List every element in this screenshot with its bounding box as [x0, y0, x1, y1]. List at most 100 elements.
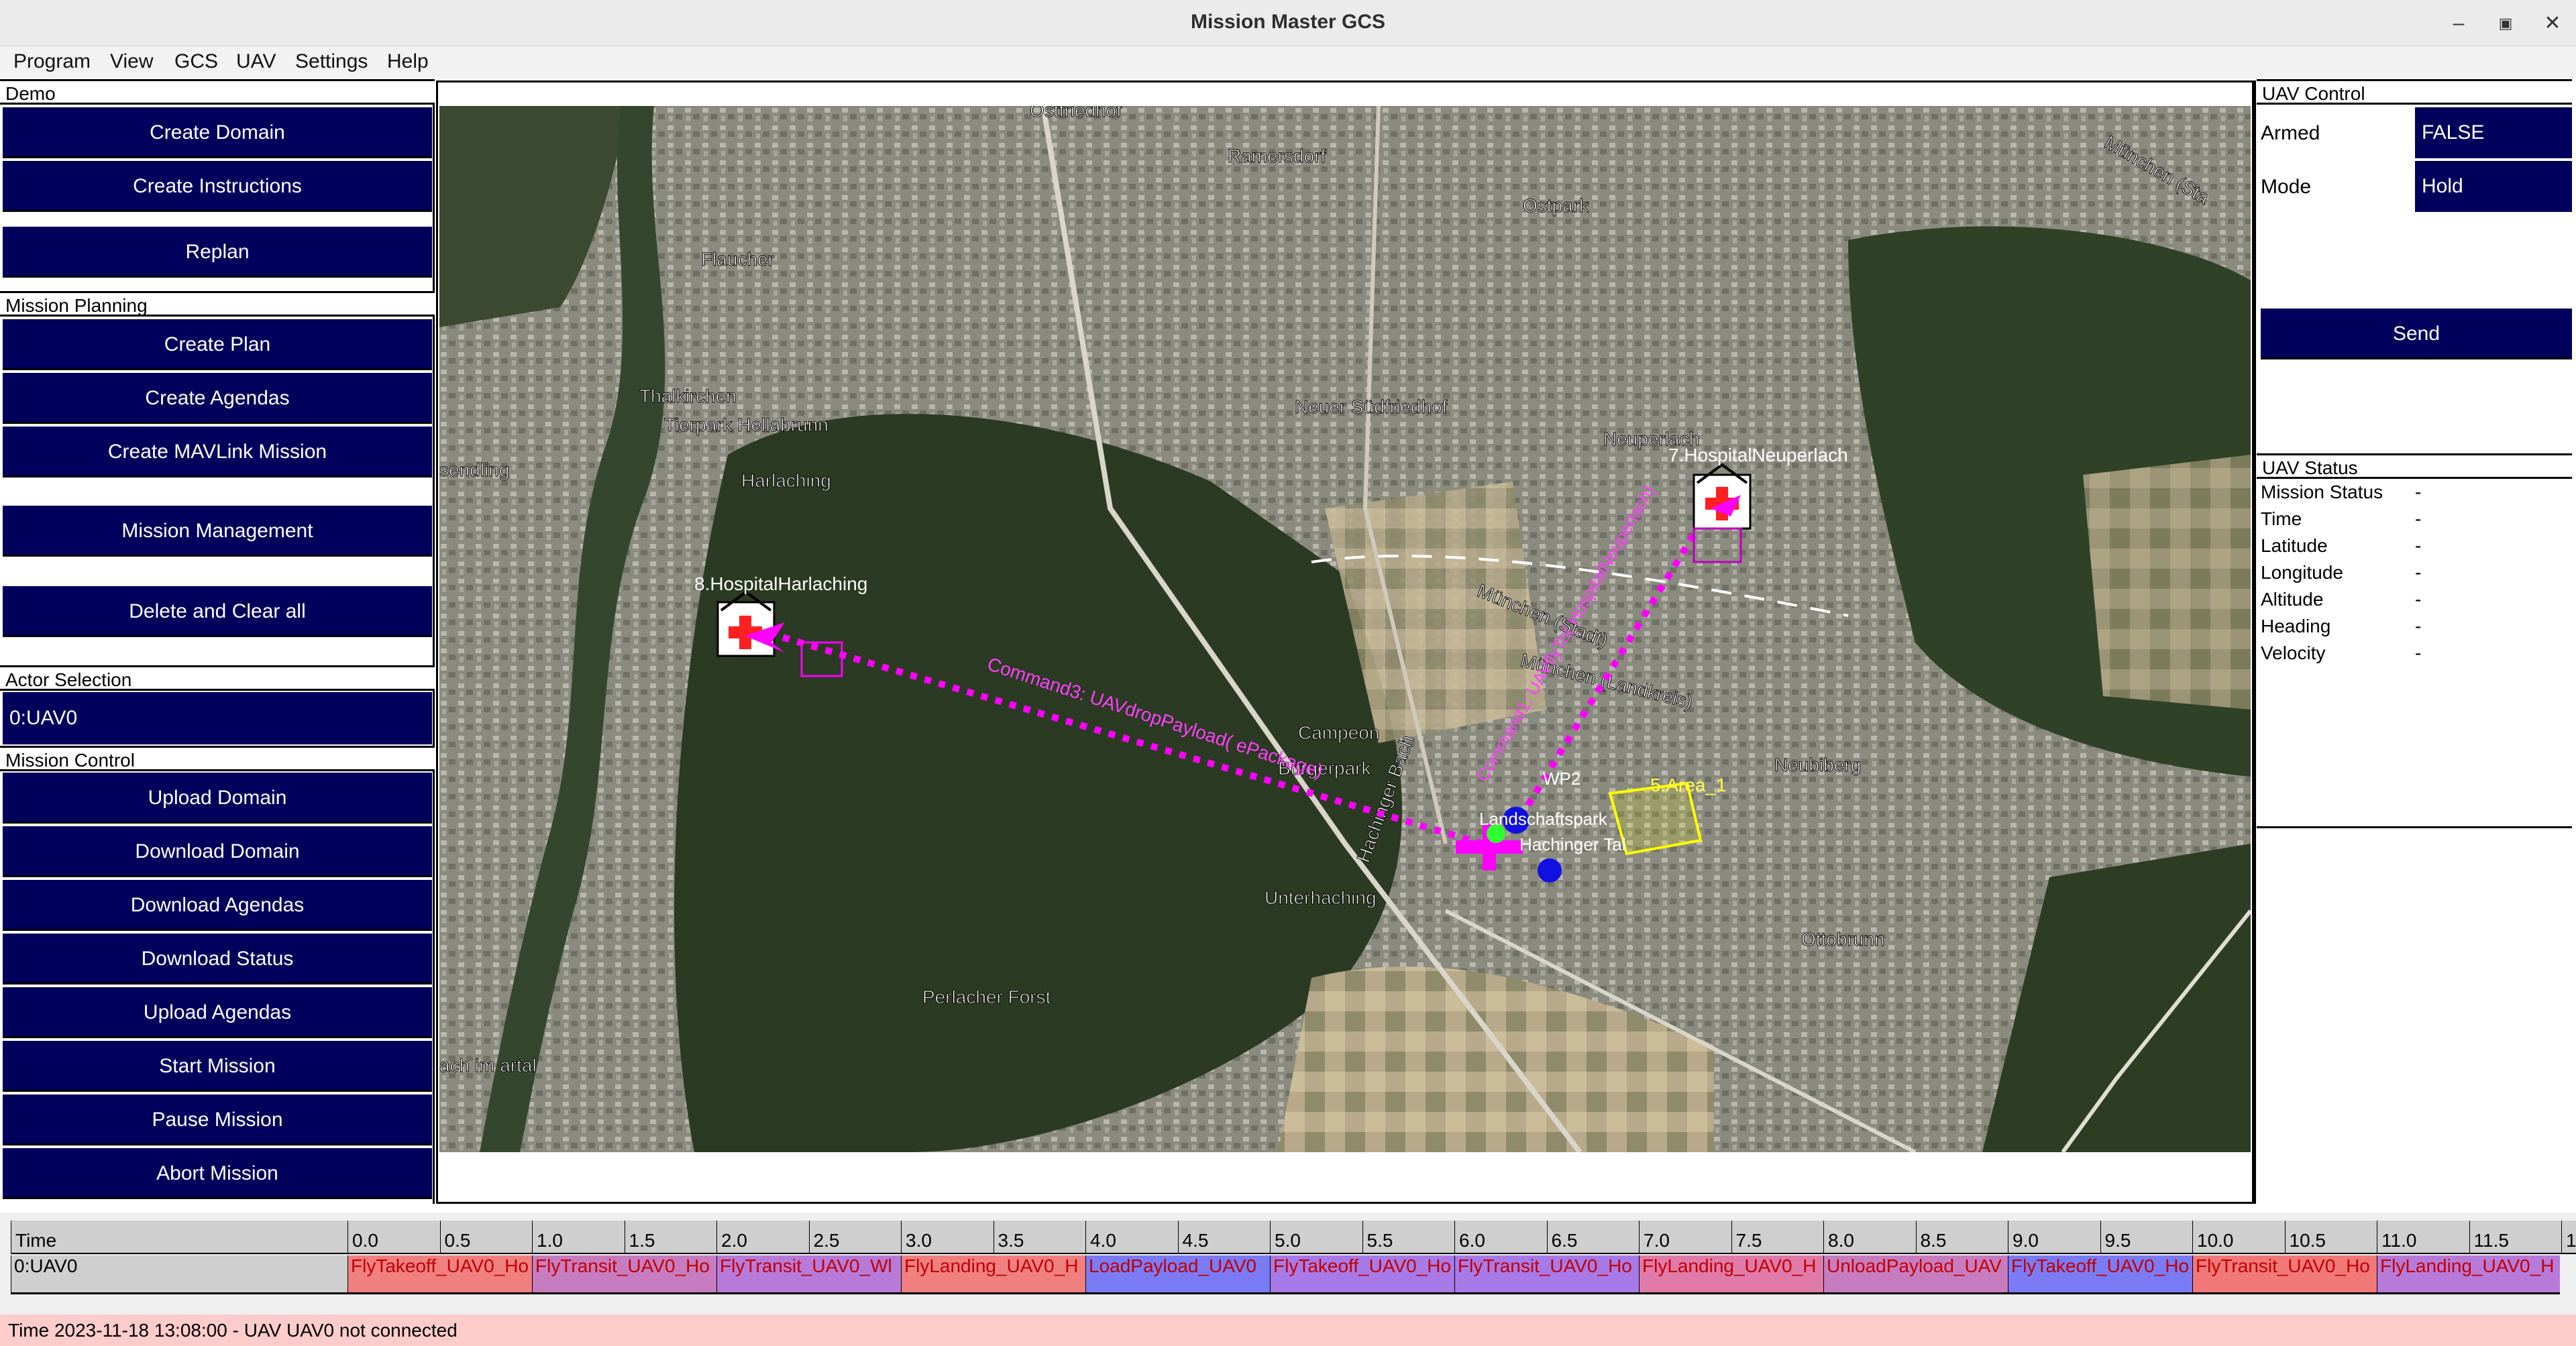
timeline-task[interactable]: FlyTransit_UAV0_Ho: [532, 1255, 716, 1294]
timeline-task[interactable]: FlyTakeoff_UAV0_Ho: [1270, 1255, 1454, 1294]
map-label-ostfriedhof: Ostfriedhof: [1030, 106, 1122, 121]
timeline-task[interactable]: FlyLanding_UAV0_H: [901, 1255, 1085, 1294]
timeline-task[interactable]: FlyTransit_UAV0_Wl: [716, 1255, 901, 1294]
upload-agendas-button[interactable]: Upload Agendas: [3, 987, 432, 1038]
upload-domain-button[interactable]: Upload Domain: [3, 773, 432, 824]
map-label-harlaching: Harlaching: [741, 470, 831, 491]
create-domain-button[interactable]: Create Domain: [3, 107, 432, 158]
title-bar: Mission Master GCS – ▣ ✕: [0, 0, 2576, 46]
send-button[interactable]: Send: [2261, 309, 2572, 359]
timeline-tick: 8.0: [1823, 1221, 1916, 1254]
armed-value[interactable]: FALSE: [2415, 107, 2572, 158]
timeline-task[interactable]: FlyTakeoff_UAV0_Ho: [347, 1255, 532, 1294]
map-label-neubiberg: Neubiberg: [1774, 754, 1861, 775]
timeline-tick: 2.0: [716, 1221, 809, 1254]
hospital-harlaching-marker[interactable]: [716, 590, 775, 657]
menu-help[interactable]: Help: [387, 50, 429, 73]
hospital-neuperlach-label: 7.HospitalNeuperlach: [1668, 445, 1848, 465]
close-icon[interactable]: ✕: [2536, 7, 2569, 40]
timeline-tick: 3.5: [993, 1221, 1085, 1254]
timeline-tick: 1.5: [624, 1221, 716, 1254]
status-heading-value: -: [2415, 616, 2422, 636]
mode-select[interactable]: Hold: [2415, 161, 2572, 212]
actor-selector[interactable]: 0:UAV0: [3, 692, 432, 744]
maximize-icon[interactable]: ▣: [2489, 7, 2522, 40]
timeline-tick: 0.0: [347, 1221, 440, 1254]
create-plan-button[interactable]: Create Plan: [3, 319, 432, 370]
status-altitude-label: Altitude: [2261, 589, 2324, 610]
replan-button[interactable]: Replan: [3, 227, 432, 278]
download-domain-button[interactable]: Download Domain: [3, 826, 432, 877]
menu-settings[interactable]: Settings: [295, 50, 368, 73]
timeline-tick: 12.0: [2561, 1221, 2576, 1254]
status-velocity-value: -: [2415, 642, 2422, 663]
timeline-task[interactable]: FlyTransit_UAV0_Ho: [2192, 1255, 2377, 1294]
map-label-tierpark: Tierpark Hellabrunn: [664, 414, 828, 435]
timeline-task[interactable]: FlyTakeoff_UAV0_Ho: [2008, 1255, 2192, 1294]
timeline-tick: 9.5: [2100, 1221, 2192, 1254]
timeline-tick: 2.5: [808, 1221, 901, 1254]
status-longitude-label: Longitude: [2261, 562, 2344, 583]
abort-mission-button[interactable]: Abort Mission: [3, 1148, 432, 1199]
map-label-ramersdorf: Ramersdorf: [1228, 146, 1326, 166]
status-bar: Time 2023-11-18 13:08:00 - UAV UAV0 not …: [0, 1314, 2576, 1346]
status-latitude-label: Latitude: [2261, 535, 2328, 556]
status-altitude-value: -: [2415, 589, 2422, 610]
status-latitude-value: -: [2415, 535, 2422, 556]
map-label-ottobrunn: Ottobrunn: [1801, 929, 1885, 950]
map-label-thalkirchen: Thalkirchen: [639, 386, 737, 406]
hospital-harlaching-label: 8.HospitalHarlaching: [694, 573, 867, 594]
mission-management-button[interactable]: Mission Management: [3, 506, 432, 557]
waypoint-2-icon[interactable]: [1538, 858, 1562, 883]
timeline-tick: 8.5: [1915, 1221, 2008, 1254]
map-label-neuer-suedfriedhof: Neuer Südfriedhof: [1295, 396, 1447, 417]
map-label-ach-im-artal: ach im artal: [439, 1055, 537, 1076]
map-label-campeon: Campeon: [1298, 722, 1379, 743]
timeline-tick: 1.0: [532, 1221, 625, 1254]
pause-mission-button[interactable]: Pause Mission: [3, 1095, 432, 1145]
status-time-label: Time: [2261, 508, 2302, 529]
timeline-row-label: 0:UAV0: [11, 1255, 347, 1294]
timeline-task[interactable]: FlyLanding_UAV0_H: [2377, 1255, 2560, 1294]
menu-gcs[interactable]: GCS: [174, 50, 218, 73]
timeline-tick: 4.0: [1085, 1221, 1178, 1254]
download-agendas-button[interactable]: Download Agendas: [3, 880, 432, 931]
status-mission-label: Mission Status: [2261, 482, 2383, 502]
timeline-tick: 4.5: [1177, 1221, 1270, 1254]
satellite-map[interactable]: Ostfriedhof Ramersdorf Flaucher Ostpark …: [439, 106, 2251, 1152]
create-agendas-button[interactable]: Create Agendas: [3, 373, 432, 424]
status-time-value: -: [2415, 508, 2422, 529]
timeline-tick: 11.0: [2377, 1221, 2469, 1254]
map-label-flaucher: Flaucher: [701, 249, 774, 270]
timeline-task[interactable]: UnloadPayload_UAV: [1823, 1255, 2008, 1294]
timeline-tick: 6.5: [1546, 1221, 1639, 1254]
start-mission-button[interactable]: Start Mission: [3, 1041, 432, 1092]
minimize-icon[interactable]: –: [2442, 7, 2475, 40]
menu-program[interactable]: Program: [13, 50, 91, 73]
window-title: Mission Master GCS: [1190, 11, 1386, 33]
download-status-button[interactable]: Download Status: [3, 934, 432, 985]
map-label-unterhaching: Unterhaching: [1265, 887, 1377, 908]
timeline-task[interactable]: FlyTransit_UAV0_Ho: [1454, 1255, 1639, 1294]
mission-planning-section-label: Mission Planning: [0, 291, 435, 317]
status-longitude-value: -: [2415, 562, 2422, 583]
uav-status-title: UAV Status: [2257, 453, 2572, 479]
timeline-tick: 10.0: [2192, 1221, 2285, 1254]
hospital-neuperlach-marker[interactable]: [1693, 463, 1752, 530]
menu-view[interactable]: View: [110, 50, 153, 73]
map-label-sendling: sendling: [439, 459, 509, 480]
timeline-tick: 5.0: [1270, 1221, 1362, 1254]
demo-section-label: Demo: [0, 79, 435, 105]
timeline-task[interactable]: LoadPayload_UAV0: [1085, 1255, 1270, 1294]
status-mission-value: -: [2415, 482, 2422, 502]
create-mavlink-mission-button[interactable]: Create MAVLink Mission: [3, 427, 432, 478]
status-heading-label: Heading: [2261, 616, 2331, 636]
timeline-tick: 5.5: [1362, 1221, 1454, 1254]
wp2-label: WP2: [1543, 769, 1580, 789]
timeline-tick: 0.5: [439, 1221, 532, 1254]
menu-uav[interactable]: UAV: [236, 50, 276, 73]
create-instructions-button[interactable]: Create Instructions: [3, 161, 432, 212]
timeline-task[interactable]: FlyLanding_UAV0_H: [1639, 1255, 1823, 1294]
timeline-tick: 6.0: [1454, 1221, 1547, 1254]
delete-and-clear-all-button[interactable]: Delete and Clear all: [3, 586, 432, 637]
